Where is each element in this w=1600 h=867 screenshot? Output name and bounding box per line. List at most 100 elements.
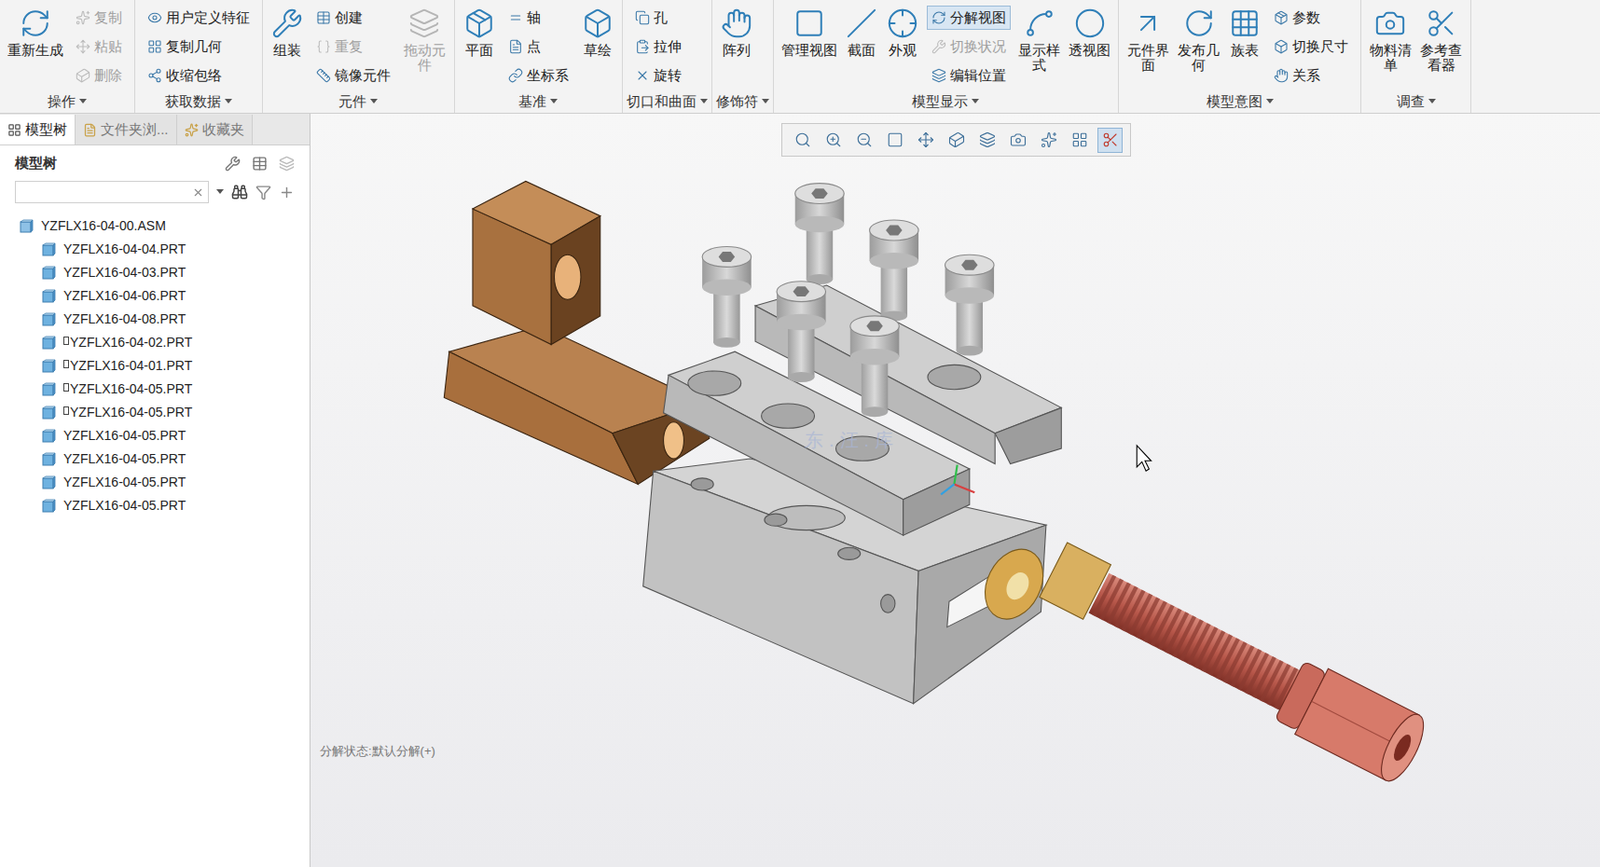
ribbon-group: 孔拉伸旋转切口和曲面: [622, 0, 713, 113]
bolt[interactable]: [869, 220, 920, 321]
ribbon-small-button[interactable]: 镜像元件: [311, 63, 396, 88]
bracket-part[interactable]: [443, 180, 709, 484]
view-tool-button[interactable]: [882, 127, 908, 153]
ribbon-group-label[interactable]: 修饰符: [716, 90, 770, 113]
tree-item[interactable]: YZFLX16-04-03.PRT: [0, 261, 310, 285]
ribbon-small-button[interactable]: 重复: [311, 34, 396, 59]
tree-item[interactable]: YZFLX16-04-08.PRT: [0, 307, 310, 332]
ribbon-group-label[interactable]: 模型意图: [1122, 90, 1357, 113]
add-icon[interactable]: [278, 184, 295, 201]
ribbon-small-button[interactable]: 旋转: [630, 63, 687, 88]
ribbon-small-button[interactable]: 分解视图: [926, 5, 1011, 30]
panel-tab[interactable]: 收藏夹: [177, 114, 253, 145]
tool-icon: [634, 10, 650, 26]
tree-item[interactable]: YZFLX16-04-05.PRT: [0, 424, 310, 448]
ribbon-small-button[interactable]: 切换尺寸: [1268, 34, 1353, 59]
folder-icon: [82, 123, 97, 138]
ribbon-small-button[interactable]: 收缩包络: [142, 63, 255, 88]
tree-item[interactable]: YZFLX16-04-00.ASM: [0, 214, 310, 238]
ribbon-small-button[interactable]: 关系: [1268, 63, 1353, 88]
filter-icon[interactable]: [255, 184, 272, 201]
view-tool-button[interactable]: [943, 127, 969, 153]
panel-tab[interactable]: 模型树: [0, 114, 76, 145]
ribbon-large-button[interactable]: 族表: [1224, 3, 1266, 58]
lead-screw[interactable]: [973, 511, 1432, 814]
top-plate[interactable]: [755, 285, 1062, 464]
ribbon-large-button[interactable]: 显示样式: [1014, 3, 1066, 73]
part-icon: [41, 312, 56, 328]
ribbon-group-label[interactable]: 获取数据: [138, 90, 259, 113]
bolt[interactable]: [776, 281, 827, 383]
ribbon-large-button[interactable]: 草绘: [577, 3, 619, 58]
graphics-area[interactable]: 东.汪.库分解状态:默认分解(+): [310, 113, 1600, 867]
ribbon-large-button[interactable]: 截面: [841, 3, 883, 58]
ribbon-large-button[interactable]: 透视图: [1064, 3, 1115, 58]
view-tool-button[interactable]: [974, 127, 1000, 153]
settings-icon[interactable]: [224, 155, 241, 172]
filter-tree-icon[interactable]: [278, 155, 295, 172]
ribbon-large-button[interactable]: 外观: [882, 3, 924, 58]
view-tool-button[interactable]: [1066, 127, 1092, 153]
tree-item[interactable]: YZFLX16-04-05.PRT: [0, 400, 310, 425]
find-icon[interactable]: [231, 183, 249, 201]
ribbon-large-button[interactable]: 管理视图: [777, 3, 842, 58]
ribbon-large-button[interactable]: 重新生成: [3, 3, 68, 58]
tree-item[interactable]: YZFLX16-04-06.PRT: [0, 284, 310, 308]
ribbon-group-label[interactable]: 调查: [1365, 90, 1467, 113]
tree-item[interactable]: YZFLX16-04-05.PRT: [0, 494, 310, 518]
tree-item[interactable]: YZFLX16-04-05.PRT: [0, 447, 310, 471]
view-tool-icon: [886, 131, 904, 149]
view-tool-button[interactable]: [851, 127, 877, 153]
view-tool-button[interactable]: [1097, 127, 1123, 153]
tree-item[interactable]: YZFLX16-04-05.PRT: [0, 470, 310, 495]
tree-item[interactable]: YZFLX16-04-05.PRT: [0, 377, 310, 401]
ribbon-small-button[interactable]: 参数: [1268, 5, 1353, 30]
ribbon-small-button[interactable]: 孔: [630, 5, 687, 30]
view-tool-button[interactable]: [1035, 127, 1062, 153]
ribbon-small-button[interactable]: 编辑位置: [926, 63, 1011, 88]
ribbon-group-label[interactable]: 切口和曲面: [626, 90, 708, 113]
tree-item[interactable]: YZFLX16-04-04.PRT: [0, 237, 310, 262]
ribbon-large-button[interactable]: 元件界面: [1122, 3, 1174, 73]
ribbon-stack: 分解视图切换状况编辑位置: [923, 3, 1015, 88]
ribbon-group: 组装创建重复镜像元件拖动元件元件: [262, 0, 456, 113]
bolt[interactable]: [850, 316, 900, 417]
ribbon-large-button[interactable]: 发布几何: [1173, 3, 1226, 73]
ribbon-small-button[interactable]: 复制: [70, 5, 127, 30]
assembly-model[interactable]: [310, 113, 1600, 867]
ribbon-small-button[interactable]: 删除: [70, 63, 127, 88]
clear-icon[interactable]: [192, 186, 205, 199]
ribbon-small-button[interactable]: 点: [503, 34, 574, 59]
ribbon-small-button[interactable]: 切换状况: [926, 34, 1011, 59]
ribbon-small-button[interactable]: 复制几何: [142, 34, 255, 59]
ribbon-small-button[interactable]: 粘贴: [70, 34, 127, 59]
ribbon-large-button[interactable]: 平面: [458, 3, 500, 58]
ribbon-small-button[interactable]: 轴: [503, 5, 574, 30]
ribbon-large-button[interactable]: 拖动元件: [399, 3, 451, 73]
bolt[interactable]: [795, 183, 845, 285]
ribbon-large-button[interactable]: 组装: [266, 3, 308, 58]
view-tool-button[interactable]: [912, 127, 938, 153]
ribbon-group-label[interactable]: 基准: [458, 90, 619, 113]
tree-item[interactable]: YZFLX16-04-01.PRT: [0, 354, 310, 378]
ribbon-small-button[interactable]: 创建: [311, 5, 396, 30]
ribbon-large-button[interactable]: 物料清单: [1365, 3, 1417, 73]
ribbon-large-button[interactable]: 参考查看器: [1416, 3, 1468, 73]
tool-icon: [463, 7, 496, 40]
ribbon-small-button[interactable]: 拉伸: [630, 34, 687, 59]
ribbon-large-button[interactable]: 阵列: [716, 3, 758, 58]
bolt[interactable]: [945, 254, 995, 356]
view-tool-button[interactable]: [789, 127, 815, 153]
panel-tab[interactable]: 文件夹浏...: [75, 114, 178, 145]
view-tool-button[interactable]: [1005, 127, 1031, 153]
ribbon-group-label[interactable]: 模型显示: [777, 90, 1116, 113]
view-tool-button[interactable]: [820, 127, 846, 153]
ribbon-small-button[interactable]: 坐标系: [503, 63, 574, 88]
search-field[interactable]: [14, 180, 209, 204]
tree-item[interactable]: YZFLX16-04-02.PRT: [0, 331, 310, 355]
show-icon[interactable]: [251, 155, 268, 172]
bolt[interactable]: [702, 246, 752, 347]
ribbon-group-label[interactable]: 操作: [3, 90, 131, 113]
ribbon-small-button[interactable]: 用户定义特征: [142, 5, 255, 30]
ribbon-group-label[interactable]: 元件: [266, 90, 451, 113]
